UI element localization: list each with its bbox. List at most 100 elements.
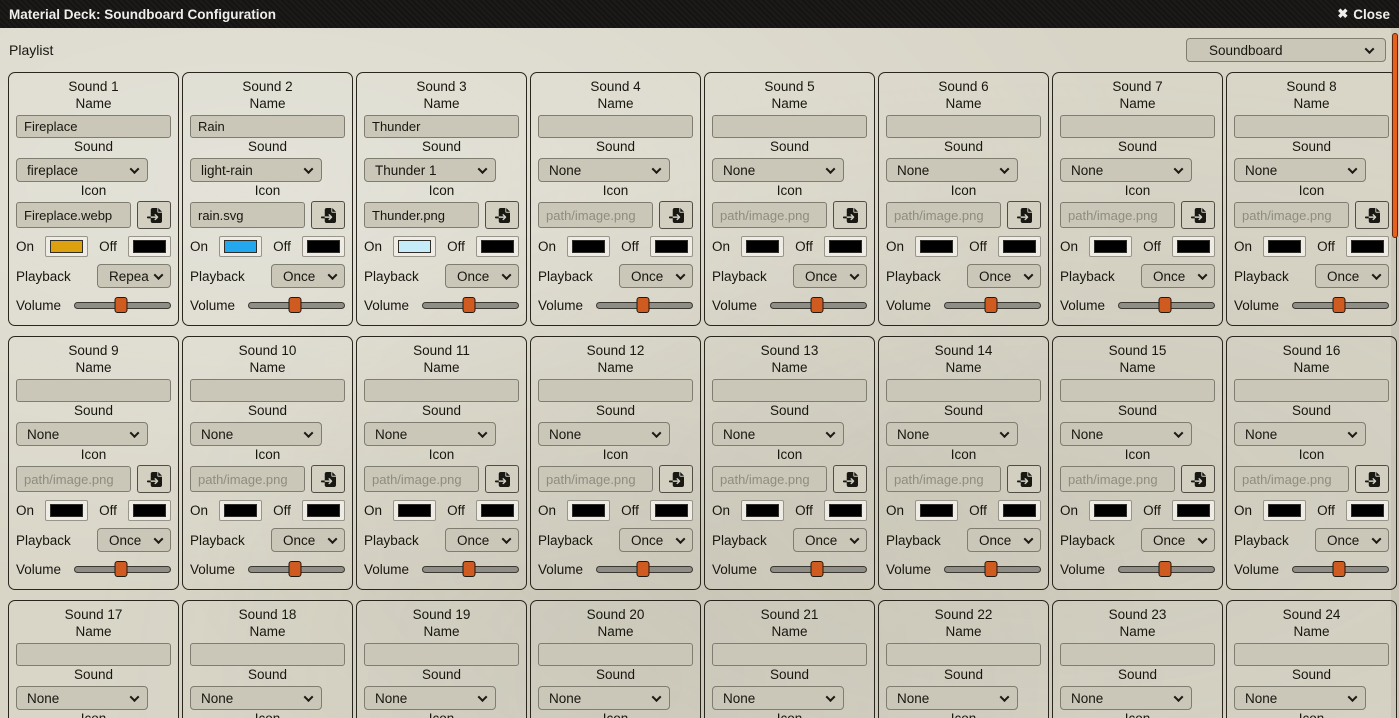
- file-picker-button[interactable]: [833, 465, 867, 493]
- file-picker-button[interactable]: [1181, 201, 1215, 229]
- sound-select[interactable]: fireplace: [16, 158, 148, 182]
- name-input[interactable]: [1234, 643, 1389, 666]
- on-color-swatch[interactable]: [1263, 500, 1306, 521]
- icon-path-input[interactable]: [1060, 202, 1175, 228]
- volume-slider[interactable]: [1292, 561, 1389, 577]
- playback-select[interactable]: Once: [619, 264, 693, 288]
- sound-select[interactable]: None: [16, 422, 148, 446]
- playback-select[interactable]: Once: [793, 528, 867, 552]
- file-picker-button[interactable]: [311, 465, 345, 493]
- sound-select[interactable]: None: [16, 686, 148, 710]
- on-color-swatch[interactable]: [567, 500, 610, 521]
- volume-slider-thumb[interactable]: [114, 561, 127, 577]
- volume-slider[interactable]: [596, 297, 693, 313]
- on-color-swatch[interactable]: [393, 500, 436, 521]
- file-picker-button[interactable]: [659, 465, 693, 493]
- off-color-swatch[interactable]: [998, 500, 1041, 521]
- name-input[interactable]: [886, 643, 1041, 666]
- volume-slider-thumb[interactable]: [462, 297, 475, 313]
- name-input[interactable]: [712, 379, 867, 402]
- sound-select[interactable]: None: [1234, 422, 1366, 446]
- on-color-swatch[interactable]: [915, 236, 958, 257]
- icon-path-input[interactable]: [712, 466, 827, 492]
- scrollbar-thumb[interactable]: [1392, 33, 1398, 238]
- volume-slider-thumb[interactable]: [984, 297, 997, 313]
- volume-slider-thumb[interactable]: [114, 297, 127, 313]
- sound-select[interactable]: None: [886, 686, 1018, 710]
- name-input[interactable]: [712, 643, 867, 666]
- name-input[interactable]: [538, 643, 693, 666]
- volume-slider[interactable]: [1118, 297, 1215, 313]
- icon-path-input[interactable]: [712, 202, 827, 228]
- sound-select[interactable]: None: [538, 686, 670, 710]
- on-color-swatch[interactable]: [45, 500, 88, 521]
- file-picker-button[interactable]: [137, 201, 171, 229]
- sound-select[interactable]: None: [712, 158, 844, 182]
- on-color-swatch[interactable]: [567, 236, 610, 257]
- off-color-swatch[interactable]: [302, 236, 345, 257]
- file-picker-button[interactable]: [1007, 465, 1041, 493]
- icon-path-input[interactable]: [190, 466, 305, 492]
- off-color-swatch[interactable]: [650, 500, 693, 521]
- volume-slider[interactable]: [1118, 561, 1215, 577]
- sound-select[interactable]: None: [1060, 422, 1192, 446]
- file-picker-button[interactable]: [1007, 201, 1041, 229]
- volume-slider[interactable]: [770, 561, 867, 577]
- name-input[interactable]: [1060, 379, 1215, 402]
- playback-select[interactable]: Once: [271, 528, 345, 552]
- sound-select[interactable]: None: [886, 158, 1018, 182]
- on-color-swatch[interactable]: [741, 500, 784, 521]
- sound-select[interactable]: None: [712, 422, 844, 446]
- name-input[interactable]: [364, 115, 519, 138]
- sound-select[interactable]: Thunder 1: [364, 158, 496, 182]
- icon-path-input[interactable]: [16, 202, 131, 228]
- name-input[interactable]: [16, 643, 171, 666]
- volume-slider-thumb[interactable]: [636, 297, 649, 313]
- playback-select[interactable]: Once: [1315, 264, 1389, 288]
- volume-slider-thumb[interactable]: [1158, 297, 1171, 313]
- off-color-swatch[interactable]: [476, 500, 519, 521]
- playback-select[interactable]: Once: [97, 528, 171, 552]
- volume-slider[interactable]: [770, 297, 867, 313]
- volume-slider-thumb[interactable]: [810, 561, 823, 577]
- volume-slider-thumb[interactable]: [1332, 561, 1345, 577]
- on-color-swatch[interactable]: [1089, 500, 1132, 521]
- off-color-swatch[interactable]: [1346, 236, 1389, 257]
- sound-select[interactable]: None: [538, 158, 670, 182]
- name-input[interactable]: [364, 379, 519, 402]
- on-color-swatch[interactable]: [219, 500, 262, 521]
- playback-select[interactable]: Once: [271, 264, 345, 288]
- name-input[interactable]: [190, 643, 345, 666]
- off-color-swatch[interactable]: [128, 236, 171, 257]
- file-picker-button[interactable]: [833, 201, 867, 229]
- icon-path-input[interactable]: [886, 466, 1001, 492]
- off-color-swatch[interactable]: [128, 500, 171, 521]
- icon-path-input[interactable]: [538, 466, 653, 492]
- off-color-swatch[interactable]: [302, 500, 345, 521]
- sound-select[interactable]: None: [1234, 158, 1366, 182]
- sound-select[interactable]: None: [1060, 158, 1192, 182]
- close-button[interactable]: ✖ Close: [1337, 6, 1390, 22]
- name-input[interactable]: [364, 643, 519, 666]
- name-input[interactable]: [886, 379, 1041, 402]
- volume-slider[interactable]: [944, 561, 1041, 577]
- volume-slider[interactable]: [74, 297, 171, 313]
- sound-select[interactable]: None: [1060, 686, 1192, 710]
- sound-select[interactable]: None: [190, 686, 322, 710]
- file-picker-button[interactable]: [311, 201, 345, 229]
- playback-select[interactable]: Once: [1141, 264, 1215, 288]
- volume-slider-thumb[interactable]: [288, 561, 301, 577]
- icon-path-input[interactable]: [538, 202, 653, 228]
- file-picker-button[interactable]: [1355, 201, 1389, 229]
- volume-slider-thumb[interactable]: [462, 561, 475, 577]
- volume-slider[interactable]: [422, 561, 519, 577]
- playback-select[interactable]: Once: [619, 528, 693, 552]
- sound-select[interactable]: None: [364, 686, 496, 710]
- icon-path-input[interactable]: [364, 202, 479, 228]
- volume-slider[interactable]: [74, 561, 171, 577]
- name-input[interactable]: [538, 379, 693, 402]
- playback-select[interactable]: Once: [445, 528, 519, 552]
- playlist-select[interactable]: Soundboard: [1186, 38, 1386, 62]
- off-color-swatch[interactable]: [998, 236, 1041, 257]
- off-color-swatch[interactable]: [824, 236, 867, 257]
